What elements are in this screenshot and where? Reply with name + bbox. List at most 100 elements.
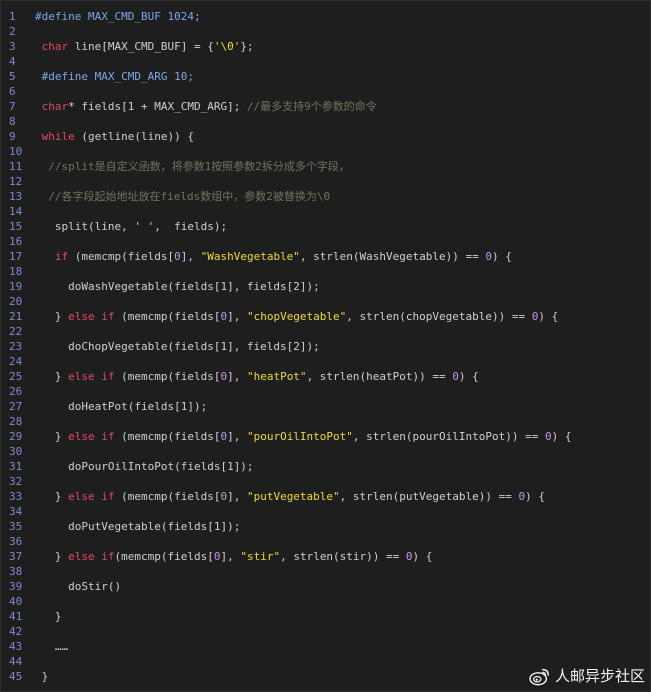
code-token: , strlen(putVegetable)) ==: [339, 490, 519, 503]
code-token: (memcmp(fields[: [114, 310, 221, 323]
code-line: 34: [1, 504, 650, 519]
code-token: else if: [68, 550, 115, 563]
code-line: 13 //各字段起始地址放在fields数组中，参数2被替换为\0: [1, 189, 650, 204]
code-text: doPourOilIntoPot(fields[1]);: [35, 459, 253, 474]
line-number: 2: [9, 25, 16, 38]
code-token: else if: [68, 370, 115, 383]
line-number: 11: [9, 160, 23, 173]
code-token: ],: [180, 250, 201, 263]
line-number: 27: [9, 400, 23, 413]
line-number: 38: [9, 565, 23, 578]
code-token: "WashVegetable": [200, 250, 300, 263]
code-token: //各字段起始地址放在fields数组中，参数2被替换为\0: [48, 190, 331, 203]
code-line: 11 //split是自定义函数，将参数1按照参数2拆分成多个字段，: [1, 159, 650, 174]
code-line: 36: [1, 534, 650, 549]
code-token: #define MAX_CMD_BUF 1024;: [35, 10, 201, 23]
code-text: } else if (memcmp(fields[0], "chopVegeta…: [35, 309, 558, 324]
code-token: (memcmp(fields[: [68, 250, 175, 263]
code-line: 14: [1, 204, 650, 219]
line-number: 15: [9, 220, 23, 233]
code-editor: 1 #define MAX_CMD_BUF 1024; 2 3 char line[M…: [0, 0, 651, 692]
line-number: 19: [9, 280, 23, 293]
code-text: doPutVegetable(fields[1]);: [35, 519, 240, 534]
code-text: while (getline(line)) {: [35, 129, 194, 144]
line-number: 36: [9, 535, 23, 548]
code-line: 42: [1, 624, 650, 639]
code-line: 23 doChopVegetable(fields[1], fields[2])…: [1, 339, 650, 354]
code-token: 0: [174, 250, 181, 263]
line-number: 34: [9, 505, 23, 518]
code-line: 24: [1, 354, 650, 369]
code-line: 19 doWashVegetable(fields[1], fields[2])…: [1, 279, 650, 294]
code-line: 17 if (memcmp(fields[0], "WashVegetable"…: [1, 249, 650, 264]
line-number: 43: [9, 640, 23, 653]
code-token: * fields[1 + MAX_CMD_ARG];: [68, 100, 247, 113]
code-text: char* fields[1 + MAX_CMD_ARG]; //最多支持9个参…: [35, 99, 377, 114]
code-token: ……: [54, 640, 69, 653]
code-token: (getline(line)) {: [74, 130, 194, 143]
code-text: #define MAX_CMD_BUF 1024;: [35, 9, 201, 24]
line-number: 32: [9, 475, 23, 488]
line-number: 25: [9, 370, 23, 383]
code-token: 0: [544, 430, 552, 443]
code-token: doChopVegetable(fields[1], fields[2]);: [68, 340, 320, 353]
code-text: //各字段起始地址放在fields数组中，参数2被替换为\0: [35, 189, 330, 204]
code-line: 29 } else if (memcmp(fields[0], "pourOil…: [1, 429, 650, 444]
watermark: 人邮异步社区: [529, 665, 645, 686]
code-text: doChopVegetable(fields[1], fields[2]);: [35, 339, 320, 354]
code-line: 40: [1, 594, 650, 609]
code-token: //最多支持9个参数的命令: [246, 100, 377, 113]
code-token: else if: [68, 430, 115, 443]
code-token: while: [41, 130, 75, 143]
code-token: 0: [485, 250, 492, 263]
line-number: 4: [9, 55, 16, 68]
code-line: 25 } else if (memcmp(fields[0], "heatPot…: [1, 369, 650, 384]
line-number: 17: [9, 250, 23, 263]
line-number: 39: [9, 580, 23, 593]
line-number: 20: [9, 295, 23, 308]
code-token: };: [240, 40, 254, 53]
code-token: ],: [227, 310, 247, 323]
line-number: 5: [9, 70, 16, 83]
code-token: line[MAX_CMD_BUF] = {: [68, 40, 214, 53]
code-token: 0: [452, 370, 459, 383]
code-token: }: [54, 550, 69, 563]
code-line: 16: [1, 234, 650, 249]
line-number: 6: [9, 85, 16, 98]
code-token: ],: [227, 430, 247, 443]
line-number: 44: [9, 655, 23, 668]
code-line: 22: [1, 324, 650, 339]
line-number: 33: [9, 490, 23, 503]
code-token: else if: [68, 310, 115, 323]
code-line: 5 #define MAX_CMD_ARG 10;: [1, 69, 650, 84]
line-number: 29: [9, 430, 23, 443]
code-token: ],: [220, 550, 241, 563]
code-token: ) {: [492, 250, 512, 263]
watermark-text: 人邮异步社区: [554, 667, 645, 685]
code-token: (memcmp(fields[: [114, 430, 221, 443]
weibo-icon: [529, 668, 549, 685]
code-token: }: [54, 310, 69, 323]
code-text: } else if (memcmp(fields[0], "putVegetab…: [35, 489, 545, 504]
line-number: 16: [9, 235, 23, 248]
code-token: ) {: [538, 310, 559, 323]
line-number: 22: [9, 325, 23, 338]
code-line: 41 }: [1, 609, 650, 624]
code-line: 35 doPutVegetable(fields[1]);: [1, 519, 650, 534]
code-line: 38: [1, 564, 650, 579]
code-line: 2: [1, 24, 650, 39]
code-text: } else if (memcmp(fields[0], "pourOilInt…: [35, 429, 572, 444]
code-text: } else if(memcmp(fields[0], "stir", strl…: [35, 549, 433, 564]
line-number: 13: [9, 190, 23, 203]
line-number: 41: [9, 610, 23, 623]
line-number: 9: [9, 130, 16, 143]
code-token: ) {: [412, 550, 433, 563]
